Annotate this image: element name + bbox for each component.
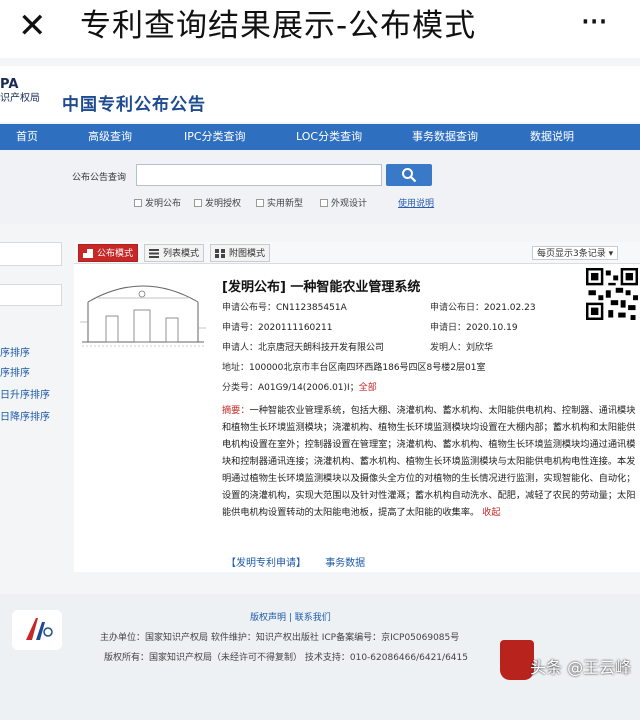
sort-link-date-asc[interactable]: 日升序排序 — [0, 386, 50, 401]
sidebar-box — [0, 242, 62, 266]
patent-title[interactable]: [发明公布] 一种智能农业管理系统 — [222, 276, 420, 295]
phone-title-bar: ✕ 专利查询结果展示-公布模式 ··· — [0, 0, 640, 56]
webpage-screenshot: PA 识产权局 中国专利公布公告 首页 高级查询 IPC分类查询 LOC分类查询… — [0, 58, 640, 720]
field-app-no: 申请号：2020111160211 — [222, 323, 333, 333]
grid-icon — [215, 249, 225, 258]
sort-link-date-desc[interactable]: 日降序排序 — [0, 408, 50, 423]
view-mode-bar: 公布模式 列表模式 附图模式 每页显示3条记录 ▾ — [74, 242, 640, 264]
qr-code-icon — [586, 268, 638, 320]
nav-ipc-search[interactable]: IPC分类查询 — [184, 124, 246, 150]
checkbox[interactable] — [320, 199, 328, 207]
footer-copyright: 版权所有：国家知识产权局（未经许可不得复制） 技术支持：010-62086466… — [104, 653, 468, 663]
show-all-classes-link[interactable]: 全部 — [359, 383, 377, 393]
nav-transaction-search[interactable]: 事务数据查询 — [412, 124, 478, 150]
option-invention-publication[interactable]: 发明公布 — [134, 196, 181, 209]
field-class-no: 分类号：A01G9/14(2006.01)I；全部 — [222, 383, 377, 393]
main-nav: 首页 高级查询 IPC分类查询 LOC分类查询 事务数据查询 数据说明 — [0, 124, 640, 150]
field-applicant: 申请人：北京唐冠天朗科技开发有限公司 — [222, 343, 385, 353]
search-area: 公布公告查询 发明公布 发明授权 实用新型 外观设计 使用说明 — [0, 150, 640, 224]
flag-icon — [83, 249, 93, 258]
per-page-select[interactable]: 每页显示3条记录 ▾ — [532, 246, 619, 260]
footer-links[interactable]: 版权声明 | 联系我们 — [250, 610, 331, 623]
search-button[interactable] — [386, 164, 432, 186]
mode-publication-button[interactable]: 公布模式 — [78, 244, 139, 262]
nav-advanced-search[interactable]: 高级查询 — [88, 124, 132, 150]
site-title: 中国专利公布公告 — [62, 95, 206, 115]
checkbox[interactable] — [256, 199, 264, 207]
result-panel: 公布模式 列表模式 附图模式 每页显示3条记录 ▾ [发明公布] 一种智能农业管… — [74, 242, 640, 572]
left-sidebar: 序排序 序排序 日升序排序 日降序排序 — [0, 228, 66, 458]
list-icon — [149, 249, 159, 258]
cnipa-logo: PA 识产权局 — [0, 77, 40, 105]
usage-help-link[interactable]: 使用说明 — [398, 196, 434, 209]
field-address: 地址：100000北京市丰台区南四环西路186号四区8号楼2层01室 — [222, 363, 486, 373]
search-icon — [402, 168, 417, 183]
watermark-text: 头条 @王云峰 — [530, 658, 632, 677]
nav-home[interactable]: 首页 — [16, 124, 38, 150]
option-design[interactable]: 外观设计 — [320, 196, 367, 209]
checkbox[interactable] — [194, 199, 202, 207]
search-input[interactable] — [136, 164, 382, 186]
close-icon[interactable]: ✕ — [18, 6, 47, 46]
cnipa-emblem-icon — [12, 610, 62, 650]
watermark-badge-icon — [500, 640, 534, 680]
mode-list-button[interactable]: 列表模式 — [144, 244, 205, 262]
mode-figure-button[interactable]: 附图模式 — [210, 244, 271, 262]
sidebar-box — [0, 284, 62, 306]
field-pub-no: 申请公布号：CN112385451A — [222, 303, 347, 313]
checkbox[interactable] — [134, 199, 142, 207]
screen-title: 专利查询结果展示-公布模式 — [80, 8, 477, 44]
sort-link[interactable]: 序排序 — [0, 344, 30, 359]
field-app-date: 申请日：2020.10.19 — [430, 323, 518, 333]
option-utility-model[interactable]: 实用新型 — [256, 196, 303, 209]
record-links: 【发明专利申请】 事务数据 — [226, 554, 381, 569]
field-inventor: 发明人：刘欣华 — [430, 343, 494, 353]
collapse-link[interactable]: 收起 — [482, 507, 500, 518]
patent-abstract: 摘要：一种智能农业管理系统，包括大棚、浇灌机构、蓄水机构、太阳能供电机构、控制器… — [222, 405, 636, 518]
more-icon[interactable]: ··· — [580, 2, 608, 42]
footer-host-info: 主办单位：国家知识产权局 软件维护：知识产权出版社 ICP备案编号：京ICP05… — [100, 633, 460, 643]
search-label: 公布公告查询 — [72, 173, 127, 183]
sort-link[interactable]: 序排序 — [0, 364, 30, 379]
transaction-data-link[interactable]: 事务数据 — [325, 558, 365, 569]
invention-application-link[interactable]: 【发明专利申请】 — [226, 558, 306, 569]
option-invention-grant[interactable]: 发明授权 — [194, 196, 241, 209]
patent-drawing-thumbnail[interactable] — [78, 272, 208, 352]
nav-data-description[interactable]: 数据说明 — [530, 124, 574, 150]
nav-loc-search[interactable]: LOC分类查询 — [296, 124, 362, 150]
field-pub-date: 申请公布日：2021.02.23 — [430, 303, 536, 313]
site-header: PA 识产权局 中国专利公布公告 — [0, 66, 640, 122]
